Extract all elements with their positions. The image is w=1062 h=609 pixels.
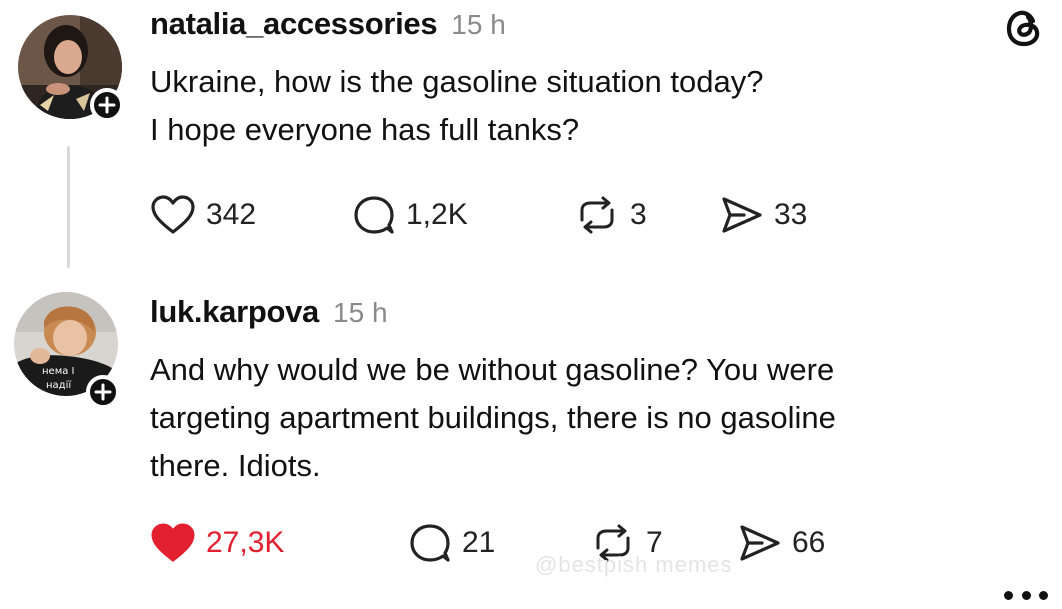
share-button[interactable]: 33: [720, 193, 807, 237]
comment-count: 21: [462, 526, 496, 559]
comment-icon: [410, 524, 450, 562]
thread-post: нема І надії luk.karpova 15 h And why wo…: [0, 280, 1062, 600]
post-header: luk.karpova 15 h: [150, 294, 388, 330]
avatar-shirt-text: нема І: [42, 366, 75, 377]
more-dot-icon: [1039, 590, 1048, 600]
comment-button[interactable]: 1,2K: [352, 193, 468, 237]
post-text-line: And why would we be without gasoline? Yo…: [150, 352, 835, 387]
comment-button[interactable]: 21: [408, 521, 495, 565]
heart-filled-icon: [151, 523, 195, 562]
send-icon: [740, 525, 780, 561]
post-text-line: targeting apartment buildings, there is …: [150, 400, 836, 435]
share-count: 66: [792, 526, 826, 559]
thread-connector-line: [67, 146, 70, 268]
plus-icon: [94, 383, 112, 401]
username[interactable]: natalia_accessories: [150, 6, 438, 42]
post-header: natalia_accessories 15 h: [150, 6, 506, 42]
post-text: Ukraine, how is the gasoline situation t…: [150, 58, 763, 154]
post-time: 15 h: [333, 297, 388, 328]
share-button[interactable]: 66: [738, 521, 825, 565]
more-dot-icon: [1021, 590, 1031, 600]
repost-count: 3: [630, 198, 647, 231]
plus-icon: [98, 96, 116, 114]
more-dot-icon: [1004, 590, 1013, 600]
thread-post: natalia_accessories 15 h Ukraine, how is…: [0, 0, 1062, 280]
post-text-line: there. Idiots.: [150, 448, 321, 483]
like-button[interactable]: 342: [150, 193, 256, 237]
like-count: 342: [206, 198, 257, 231]
share-count: 33: [774, 198, 808, 231]
post-text-line: Ukraine, how is the gasoline situation t…: [150, 64, 764, 99]
post-text-line: I hope everyone has full tanks?: [150, 112, 580, 147]
watermark: @bestpish memes: [535, 552, 733, 577]
comment-count: 1,2K: [406, 198, 468, 231]
like-button[interactable]: 27,3K: [150, 521, 284, 565]
heart-icon: [151, 195, 195, 234]
follow-button[interactable]: [90, 88, 124, 122]
post-time: 15 h: [451, 9, 506, 40]
repost-icon: [580, 196, 614, 234]
send-icon: [722, 197, 762, 233]
like-count: 27,3K: [206, 526, 285, 559]
comment-icon: [354, 196, 394, 234]
post-text: And why would we be without gasoline? Yo…: [150, 346, 836, 490]
repost-button[interactable]: 3: [574, 193, 647, 237]
more-options-button[interactable]: [1004, 581, 1048, 609]
follow-button[interactable]: [86, 375, 120, 409]
avatar-shirt-text: надії: [46, 379, 71, 391]
username[interactable]: luk.karpova: [150, 294, 319, 330]
